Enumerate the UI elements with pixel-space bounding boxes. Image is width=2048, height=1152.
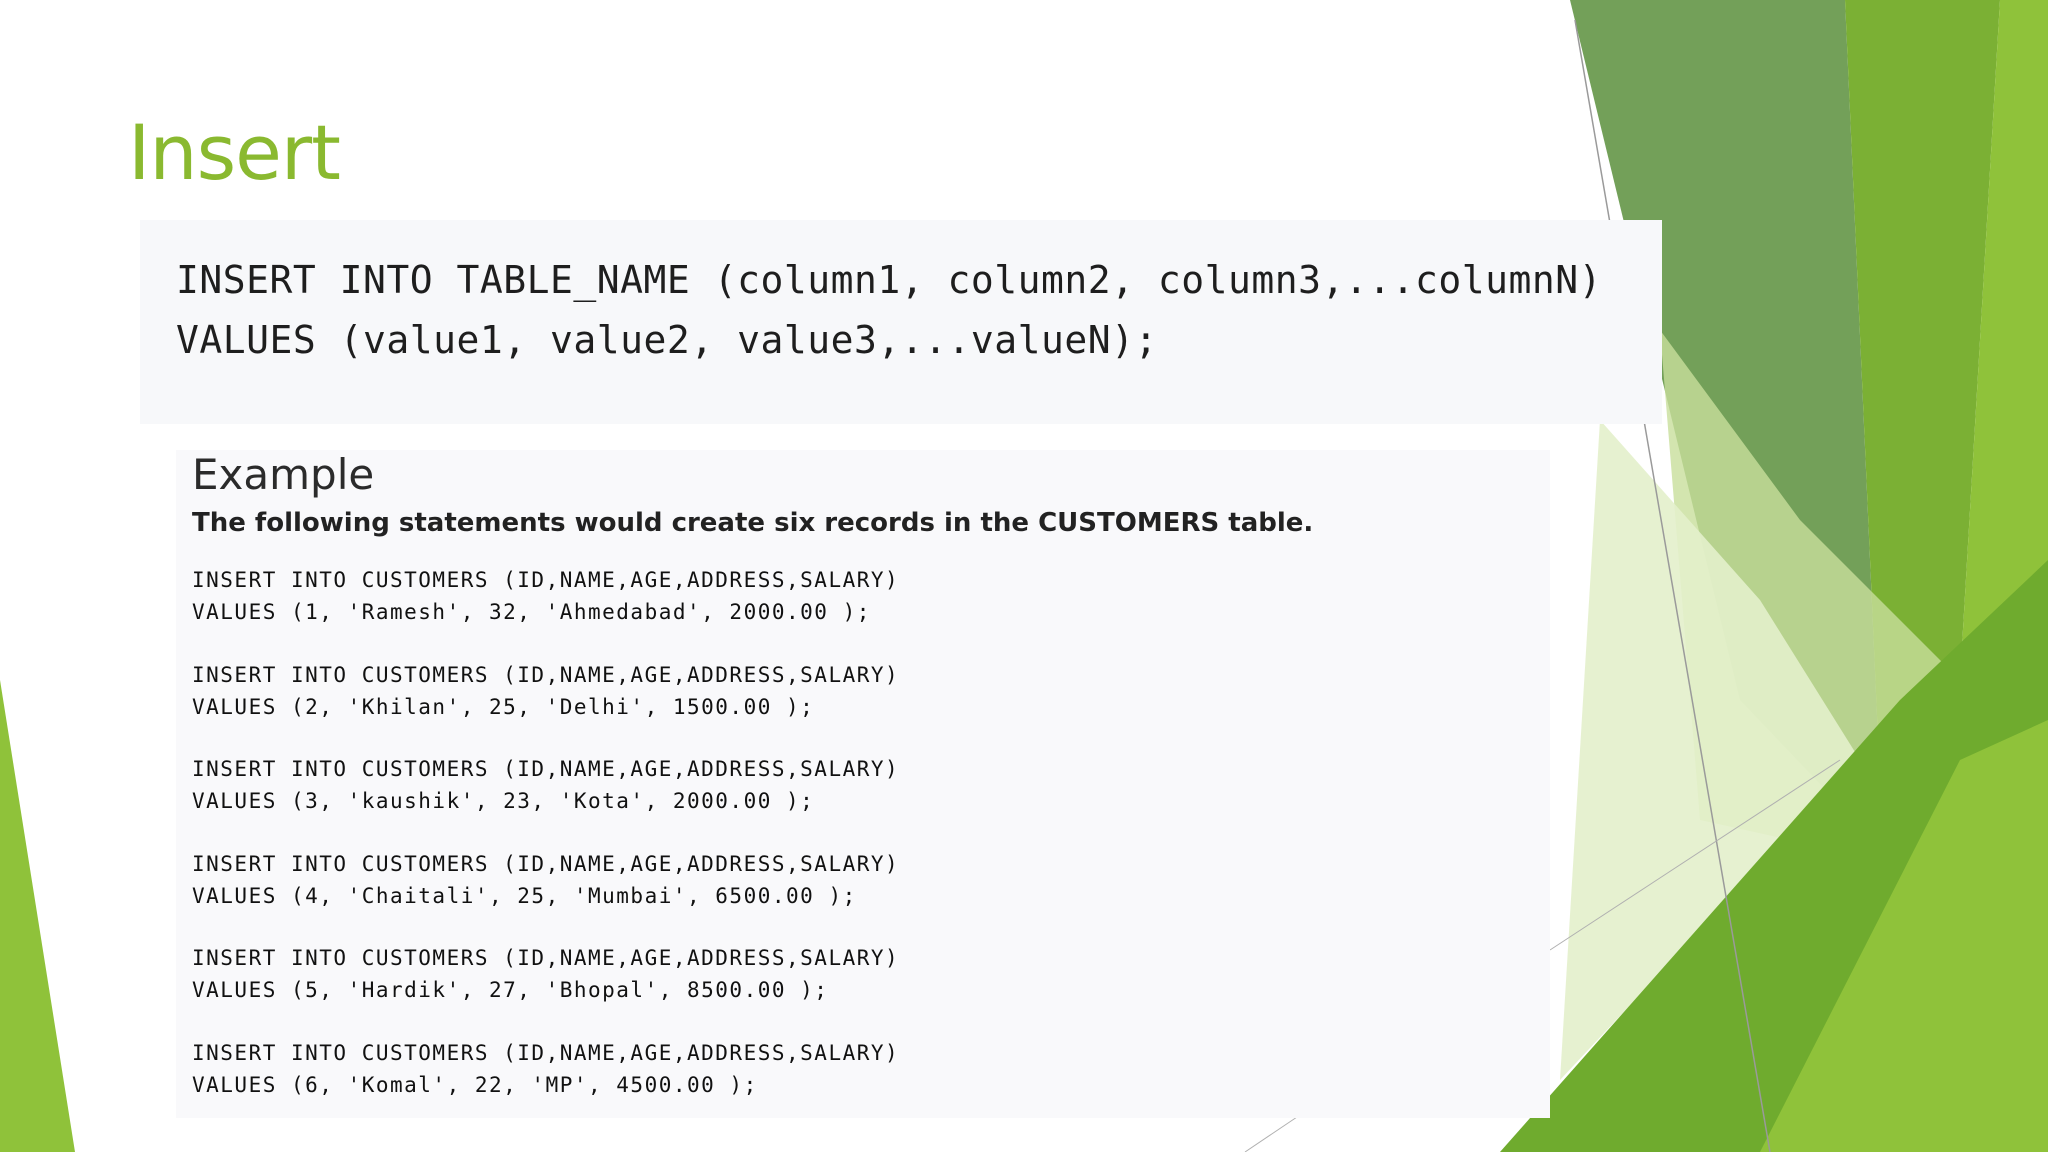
slide-title: Insert (128, 108, 341, 197)
insert-statement-3: INSERT INTO CUSTOMERS (ID,NAME,AGE,ADDRE… (192, 757, 900, 781)
values-statement-3: VALUES (3, 'kaushik', 23, 'Kota', 2000.0… (192, 789, 815, 813)
example-panel: Example The following statements would c… (176, 450, 1550, 1118)
insert-statement-5: INSERT INTO CUSTOMERS (ID,NAME,AGE,ADDRE… (192, 946, 900, 970)
values-statement-5: VALUES (5, 'Hardik', 27, 'Bhopal', 8500.… (192, 978, 829, 1002)
decor-left-green-sliver (0, 680, 75, 1152)
syntax-code-box: INSERT INTO TABLE_NAME (column1, column2… (140, 220, 1662, 424)
insert-statement-4: INSERT INTO CUSTOMERS (ID,NAME,AGE,ADDRE… (192, 852, 900, 876)
values-statement-2: VALUES (2, 'Khilan', 25, 'Delhi', 1500.0… (192, 695, 815, 719)
insert-statement-6: INSERT INTO CUSTOMERS (ID,NAME,AGE,ADDRE… (192, 1041, 900, 1065)
insert-statement-1: INSERT INTO CUSTOMERS (ID,NAME,AGE,ADDRE… (192, 568, 900, 592)
syntax-line-insert: INSERT INTO TABLE_NAME (column1, column2… (176, 258, 1603, 302)
values-statement-4: VALUES (4, 'Chaitali', 25, 'Mumbai', 650… (192, 884, 857, 908)
decor-thin-line-3 (1244, 1114, 1301, 1152)
example-description: The following statements would create si… (192, 508, 1314, 538)
values-statement-1: VALUES (1, 'Ramesh', 32, 'Ahmedabad', 20… (192, 600, 871, 624)
values-statement-6: VALUES (6, 'Komal', 22, 'MP', 4500.00 ); (192, 1073, 758, 1097)
insert-statement-2: INSERT INTO CUSTOMERS (ID,NAME,AGE,ADDRE… (192, 663, 900, 687)
example-heading: Example (192, 450, 375, 499)
syntax-line-values: VALUES (value1, value2, value3,...valueN… (176, 318, 1158, 362)
